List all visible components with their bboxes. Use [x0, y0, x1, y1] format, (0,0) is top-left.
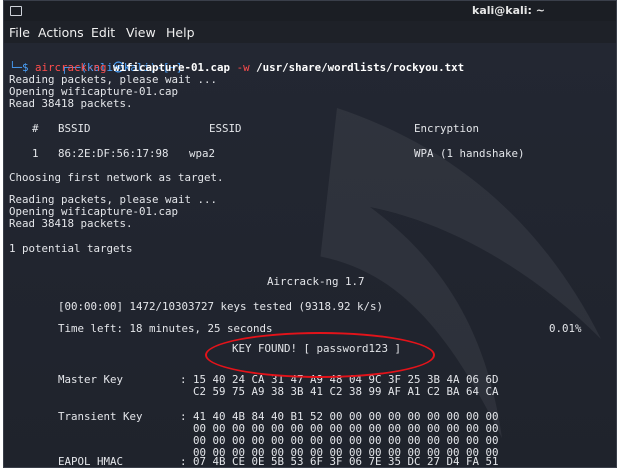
- menu-bar: File Actions Edit View Help: [4, 21, 616, 43]
- menu-actions[interactable]: Actions: [38, 25, 84, 40]
- output-line: Read 38418 packets.: [9, 97, 133, 110]
- title-bar: kali@kali: ~: [4, 1, 616, 21]
- window-title: kali@kali: ~: [472, 4, 546, 17]
- eapol-hmac-label: EAPOL HMAC: [58, 455, 124, 468]
- output-line: Choosing first network as target.: [9, 171, 224, 184]
- output-line: Read 38418 packets.: [9, 217, 133, 230]
- aircrack-title: Aircrack-ng 1.7: [267, 275, 365, 288]
- progress-percent: 0.01%: [549, 322, 582, 335]
- menu-edit[interactable]: Edit: [91, 25, 115, 40]
- command-flag: -w: [236, 61, 250, 74]
- menu-file[interactable]: File: [9, 25, 30, 40]
- table-cell-essid: wpa2: [189, 147, 216, 160]
- terminal-output[interactable]: ┌──(kali㉿kali)-[~] └─$ aircrack-ng wific…: [4, 43, 616, 467]
- table-header-hash: #: [32, 122, 39, 135]
- output-line: 1 potential targets: [9, 242, 133, 255]
- table-header-bssid: BSSID: [58, 122, 91, 135]
- table-header-encryption: Encryption: [414, 122, 480, 135]
- command-arg-wordlist: /usr/share/wordlists/rockyou.txt: [256, 61, 465, 74]
- menu-view[interactable]: View: [126, 25, 156, 40]
- screenshot: kali@kali: ~ File Actions Edit View Help…: [0, 0, 618, 473]
- time-left: Time left: 18 minutes, 25 seconds: [58, 322, 273, 335]
- terminal-window: kali@kali: ~ File Actions Edit View Help…: [3, 0, 617, 468]
- table-cell-encryption: WPA (1 handshake): [414, 147, 525, 160]
- eapol-hmac-row: : 07 4B CE 0E 5B 53 6F 3F 06 7E 35 DC 27…: [180, 455, 499, 468]
- master-key-label: Master Key: [58, 373, 124, 386]
- terminal-icon: [10, 6, 22, 16]
- annotation-circle: [205, 332, 435, 378]
- table-cell-bssid: 86:2E:DF:56:17:98: [58, 147, 169, 160]
- master-key-row: C2 59 75 A9 38 3B 41 C2 38 99 AF A1 C2 B…: [180, 385, 499, 398]
- menu-help[interactable]: Help: [166, 25, 195, 40]
- transient-key-label: Transient Key: [58, 410, 143, 423]
- keys-tested: [00:00:00] 1472/10303727 keys tested (93…: [58, 300, 384, 313]
- table-cell-num: 1: [32, 147, 39, 160]
- table-header-essid: ESSID: [209, 122, 242, 135]
